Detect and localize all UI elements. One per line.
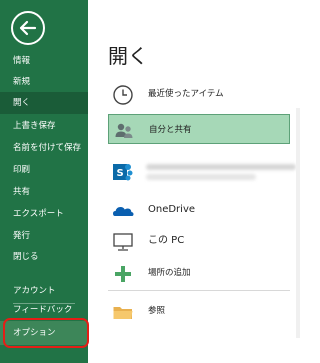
menu-close[interactable]: 閉じる (0, 246, 88, 268)
place-label: 最近使ったアイテム (148, 89, 224, 99)
menu-share[interactable]: 共有 (0, 181, 88, 203)
this-pc-icon (113, 233, 133, 251)
folder-icon (113, 307, 133, 319)
place-shared-with-me[interactable]: 自分と共有 (108, 114, 290, 144)
shared-people-icon (115, 123, 133, 138)
place-label: 自分と共有 (149, 125, 192, 135)
page-title: 開く (108, 44, 148, 68)
blurred-site-name (146, 164, 296, 170)
menu-info[interactable]: 情報 (0, 50, 88, 72)
place-add[interactable]: 場所の追加 (108, 258, 290, 288)
place-label: この PC (148, 235, 185, 246)
menu-new[interactable]: 新規 (0, 71, 88, 93)
menu-open[interactable]: 開く (0, 92, 88, 114)
menu-export[interactable]: エクスポート (0, 203, 88, 225)
open-pane: 開く 最近使ったアイテム 自分と共有 S OneDrive この PC 場所の追… (88, 0, 300, 363)
place-onedrive[interactable]: OneDrive (108, 195, 290, 225)
scrollbar-track[interactable] (296, 108, 300, 338)
place-label: 場所の追加 (148, 268, 191, 278)
backstage-sidebar: 情報 新規 開く 上書き保存 名前を付けて保存 印刷 共有 エクスポート 発行 … (0, 0, 88, 363)
place-label: 参照 (148, 306, 166, 316)
plus-icon (115, 266, 131, 282)
place-label: OneDrive (148, 204, 196, 215)
place-this-pc[interactable]: この PC (108, 226, 290, 256)
back-arrow-icon (19, 20, 37, 36)
menu-publish[interactable]: 発行 (0, 225, 88, 247)
options-highlight-annotation (3, 318, 89, 348)
blurred-site-url (146, 174, 256, 180)
onedrive-cloud-icon (113, 207, 134, 216)
place-sharepoint[interactable]: S (108, 156, 296, 186)
menu-save[interactable]: 上書き保存 (0, 115, 88, 137)
menu-print[interactable]: 印刷 (0, 159, 88, 181)
menu-save-as[interactable]: 名前を付けて保存 (0, 137, 88, 159)
back-button[interactable] (11, 11, 45, 45)
svg-text:S: S (117, 168, 124, 179)
places-divider (108, 290, 290, 291)
sharepoint-icon: S (113, 164, 133, 181)
place-browse[interactable]: 参照 (108, 296, 290, 326)
place-recent[interactable]: 最近使ったアイテム (108, 79, 290, 109)
clock-icon (113, 85, 133, 105)
